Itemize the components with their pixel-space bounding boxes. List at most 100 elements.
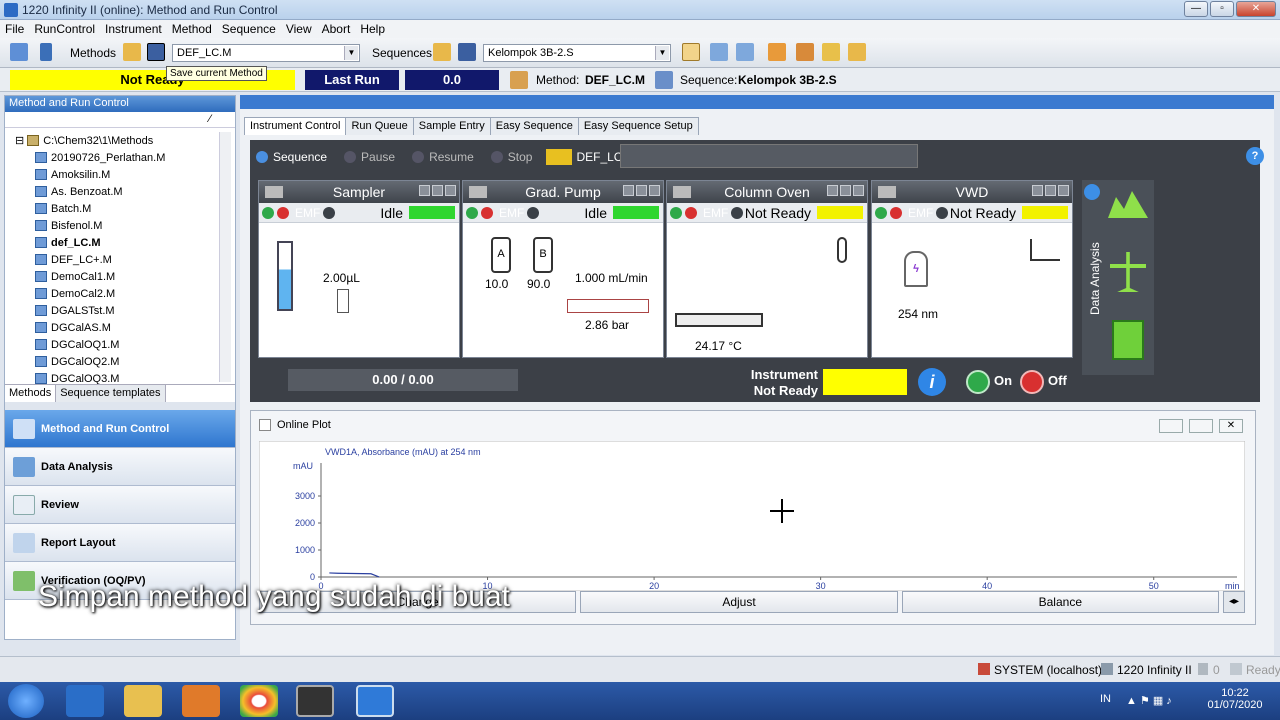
resume-button[interactable]: Resume bbox=[429, 150, 474, 164]
nav-review[interactable]: Review bbox=[5, 486, 235, 524]
adjust-button[interactable]: Adjust bbox=[580, 591, 898, 613]
module-on-icon[interactable] bbox=[262, 206, 274, 219]
method-combo[interactable]: DEF_LC.M ▼ bbox=[172, 44, 360, 62]
tree-file-item[interactable]: DemoCal2.M bbox=[35, 285, 235, 302]
media-player-icon[interactable] bbox=[182, 685, 220, 717]
plot-restore-button[interactable] bbox=[1189, 419, 1213, 433]
module-off-icon[interactable] bbox=[481, 206, 493, 219]
stop-button[interactable]: Stop bbox=[508, 150, 533, 164]
nav-report-layout[interactable]: Report Layout bbox=[5, 524, 235, 562]
info-icon[interactable]: i bbox=[918, 368, 946, 396]
tree-file-item[interactable]: def_LC.M bbox=[35, 234, 235, 251]
tree-file-item[interactable]: Bisfenol.M bbox=[35, 217, 235, 234]
module-column-oven[interactable]: Column Oven EMF Not Ready 24.17 °C bbox=[666, 180, 868, 358]
plot-canvas[interactable]: VWD1A, Absorbance (mAU) at 254 nm mAU 3000… bbox=[259, 441, 1245, 591]
module-on-icon[interactable] bbox=[670, 206, 682, 219]
tree-file-item[interactable]: DEF_LC+.M bbox=[35, 251, 235, 268]
off-button[interactable]: Off bbox=[1048, 373, 1067, 388]
queue-icon[interactable] bbox=[796, 43, 814, 61]
pause-button[interactable]: Pause bbox=[361, 150, 395, 164]
module-help-icon[interactable] bbox=[1032, 185, 1043, 196]
tab-easy-sequence-setup[interactable]: Easy Sequence Setup bbox=[577, 117, 699, 135]
menu-sequence[interactable]: Sequence bbox=[217, 20, 281, 38]
save-method-icon[interactable] bbox=[147, 43, 165, 61]
data-analysis-strip[interactable]: Data Analysis bbox=[1082, 180, 1154, 375]
menu-instrument[interactable]: Instrument bbox=[100, 20, 167, 38]
tree-root[interactable]: ⊟ C:\Chem32\1\Methods bbox=[15, 132, 235, 149]
module-maximize-icon[interactable] bbox=[1058, 185, 1069, 196]
tree-file-item[interactable]: DemoCal1.M bbox=[35, 268, 235, 285]
play-icon[interactable] bbox=[256, 151, 268, 163]
tree-file-item[interactable]: DGCalOQ2.M bbox=[35, 353, 235, 370]
print-icon[interactable] bbox=[848, 43, 866, 61]
tree-scrollbar[interactable] bbox=[219, 132, 231, 382]
module-off-icon[interactable] bbox=[685, 206, 697, 219]
module-sampler[interactable]: Sampler EMF Idle 2.00µL bbox=[258, 180, 460, 358]
open-folder-icon[interactable] bbox=[123, 43, 141, 61]
module-minimize-icon[interactable] bbox=[432, 185, 443, 196]
minimize-button[interactable]: — bbox=[1184, 1, 1208, 17]
module-minimize-icon[interactable] bbox=[636, 185, 647, 196]
maximize-button[interactable]: ▫ bbox=[1210, 1, 1234, 17]
clock[interactable]: 10:22 01/07/2020 bbox=[1200, 687, 1270, 711]
table-icon[interactable] bbox=[736, 43, 754, 61]
module-off-icon[interactable] bbox=[277, 206, 289, 219]
tree-file-item[interactable]: Batch.M bbox=[35, 200, 235, 217]
tab-sample-entry[interactable]: Sample Entry bbox=[412, 117, 491, 135]
tree-file-item[interactable]: DGCalAS.M bbox=[35, 319, 235, 336]
plot-close-button[interactable]: ✕ bbox=[1219, 419, 1243, 433]
chrome-icon[interactable] bbox=[240, 685, 278, 717]
tree-file-item[interactable]: 20190726_Perlathan.M bbox=[35, 149, 235, 166]
tab-easy-sequence[interactable]: Easy Sequence bbox=[489, 117, 579, 135]
module-maximize-icon[interactable] bbox=[649, 185, 660, 196]
tab-sequence-templates[interactable]: Sequence templates bbox=[56, 385, 166, 402]
save-sequence-icon[interactable] bbox=[458, 43, 476, 61]
run-info-field[interactable] bbox=[620, 144, 918, 168]
plot-minimize-button[interactable] bbox=[1159, 419, 1183, 433]
tab-instrument-control[interactable]: Instrument Control bbox=[244, 117, 347, 135]
menu-help[interactable]: Help bbox=[355, 20, 390, 38]
menu-method[interactable]: Method bbox=[167, 20, 217, 38]
run-control-icon[interactable] bbox=[10, 43, 28, 61]
tree-file-item[interactable]: DGCalOQ3.M bbox=[35, 370, 235, 384]
method-tree[interactable]: ⊟ C:\Chem32\1\Methods 20190726_Perlathan.… bbox=[5, 128, 235, 384]
module-vwd[interactable]: VWD EMF Not Ready ϟ 254 nm bbox=[871, 180, 1073, 358]
chevron-down-icon[interactable]: ▼ bbox=[655, 46, 669, 60]
help-icon[interactable]: ? bbox=[1246, 147, 1264, 165]
tree-file-item[interactable]: As. Benzoat.M bbox=[35, 183, 235, 200]
open-sequence-icon[interactable] bbox=[433, 43, 451, 61]
module-help-icon[interactable] bbox=[623, 185, 634, 196]
module-maximize-icon[interactable] bbox=[445, 185, 456, 196]
on-icon[interactable] bbox=[966, 370, 990, 394]
book-icon[interactable] bbox=[768, 43, 786, 61]
lc-app-icon[interactable] bbox=[356, 685, 394, 717]
nav-method-run-control[interactable]: Method and Run Control bbox=[5, 410, 235, 448]
nav-data-analysis[interactable]: Data Analysis bbox=[5, 448, 235, 486]
module-on-icon[interactable] bbox=[875, 206, 887, 219]
language-indicator[interactable]: IN bbox=[1100, 693, 1111, 705]
tab-run-queue[interactable]: Run Queue bbox=[345, 117, 414, 135]
report-icon[interactable] bbox=[822, 43, 840, 61]
menu-view[interactable]: View bbox=[281, 20, 317, 38]
chevron-down-icon[interactable]: ▼ bbox=[344, 46, 358, 60]
tree-file-item[interactable]: DGALSTst.M bbox=[35, 302, 235, 319]
instrument-icon[interactable] bbox=[40, 43, 52, 61]
sequence-button[interactable]: Sequence bbox=[273, 150, 327, 164]
file-explorer-icon[interactable] bbox=[124, 685, 162, 717]
on-button[interactable]: On bbox=[994, 373, 1012, 388]
tree-file-item[interactable]: Amoksilin.M bbox=[35, 166, 235, 183]
off-icon[interactable] bbox=[1020, 370, 1044, 394]
module-on-icon[interactable] bbox=[466, 206, 478, 219]
menu-abort[interactable]: Abort bbox=[317, 20, 356, 38]
close-button[interactable]: ✕ bbox=[1236, 1, 1276, 17]
module-grad-pump[interactable]: Grad. Pump EMF Idle A B 10.0 90.0 1.000 mL/min 2… bbox=[462, 180, 664, 358]
internet-explorer-icon[interactable] bbox=[66, 685, 104, 717]
balance-button[interactable]: Balance bbox=[901, 591, 1219, 613]
split-icon[interactable]: ◂▸ bbox=[1222, 591, 1245, 613]
arrow-icon[interactable] bbox=[1084, 184, 1100, 200]
recorder-icon[interactable] bbox=[296, 685, 334, 717]
module-minimize-icon[interactable] bbox=[1045, 185, 1056, 196]
menu-file[interactable]: File bbox=[0, 20, 29, 38]
stop-icon[interactable] bbox=[490, 151, 503, 163]
start-button[interactable] bbox=[8, 684, 44, 718]
